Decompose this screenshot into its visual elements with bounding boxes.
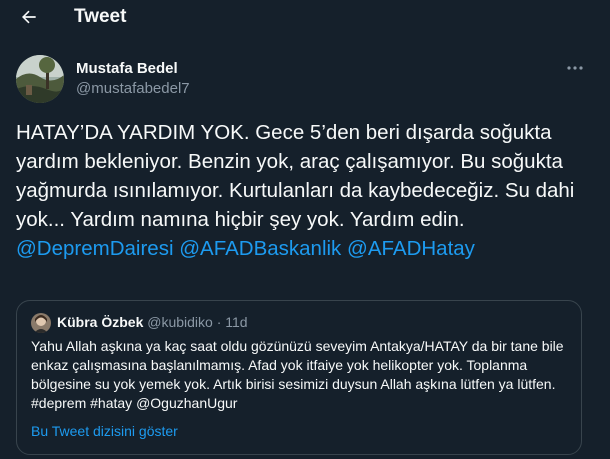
author-handle[interactable]: @mustafabedel7 (76, 80, 190, 97)
quote-author-handle[interactable]: @kubidiko (147, 314, 213, 330)
more-options-button[interactable] (562, 58, 588, 78)
arrow-left-icon (22, 10, 36, 24)
ellipsis-icon (567, 66, 583, 70)
quote-timestamp: · 11d (216, 314, 248, 330)
back-button[interactable] (14, 2, 44, 32)
quote-author-name[interactable]: Kübra Özbek (57, 314, 143, 330)
quoted-tweet[interactable]: Kübra Özbek @kubidiko · 11d Yahu Allah a… (16, 300, 582, 455)
page-title: Tweet (74, 6, 127, 27)
mention-link[interactable]: @AFADBaskanlik (179, 237, 341, 260)
mention-link[interactable]: @AFADHatay (347, 237, 475, 260)
top-bar: Tweet (0, 0, 610, 36)
tweet-text: HATAY’DA YARDIM YOK. Gece 5’den beri dış… (16, 118, 601, 263)
author-name[interactable]: Mustafa Bedel (76, 60, 178, 77)
quote-author-avatar[interactable] (31, 313, 51, 333)
author-avatar[interactable] (16, 55, 64, 103)
mention-link[interactable]: @DepremDairesi (16, 237, 174, 260)
quote-text: Yahu Allah aşkına ya kaç saat oldu gözün… (31, 338, 564, 411)
quote-header: Kübra Özbek @kubidiko · 11d (57, 314, 248, 330)
tweet-body: HATAY’DA YARDIM YOK. Gece 5’den beri dış… (16, 121, 575, 231)
show-thread-link[interactable]: Bu Tweet dizisini göster (31, 423, 178, 439)
